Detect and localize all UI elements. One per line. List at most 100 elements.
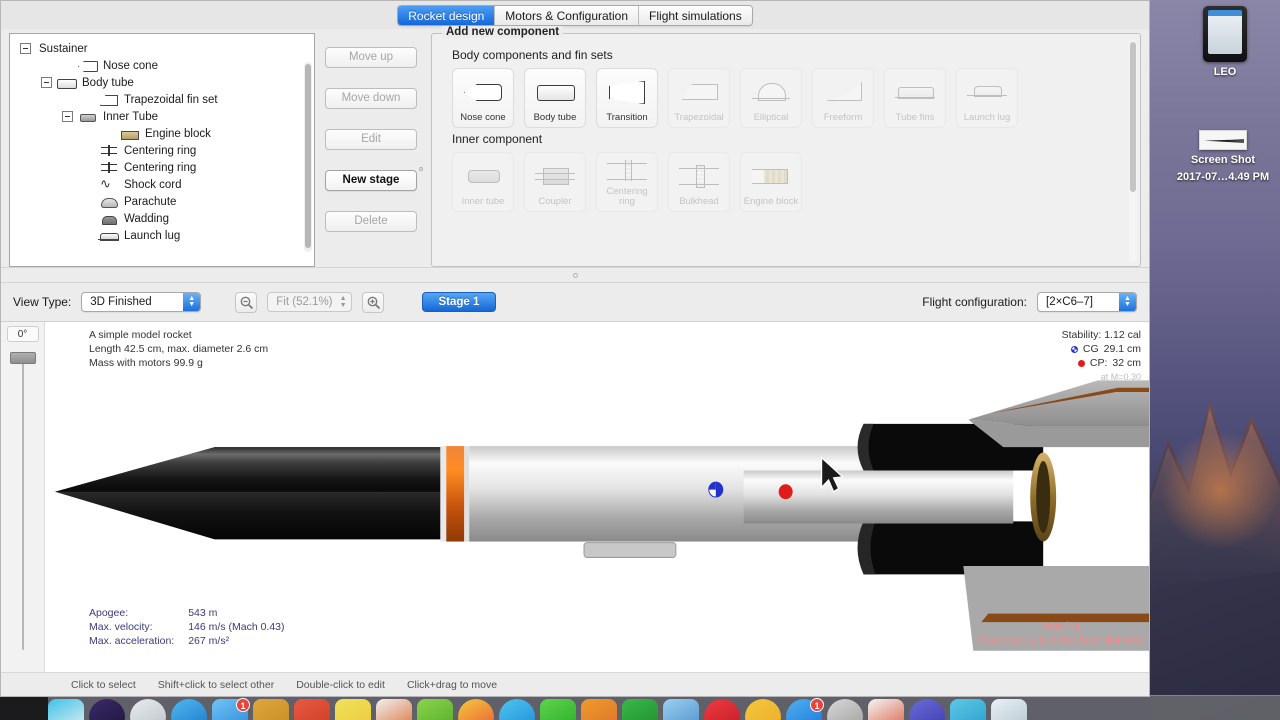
- sunset-glow: [1160, 430, 1280, 550]
- stage-1-button[interactable]: Stage 1: [421, 292, 497, 312]
- dock-icon-keynote[interactable]: [581, 699, 617, 720]
- tree-item[interactable]: Trapezoidal fin set: [14, 91, 310, 108]
- add-transition-button[interactable]: Transition: [596, 68, 658, 128]
- add-bulkhead-button: Bulkhead: [668, 152, 730, 212]
- add-panel-scrollbar[interactable]: [1129, 40, 1137, 262]
- stats-key: Max. velocity:: [89, 621, 153, 633]
- rotation-slider[interactable]: [1, 346, 44, 672]
- tree-item[interactable]: Parachute: [14, 193, 310, 210]
- dock-badge: 1: [236, 698, 250, 712]
- dock-icon-powerpoint[interactable]: [294, 699, 330, 720]
- new-stage-button[interactable]: New stage: [325, 170, 417, 191]
- tree-collapse-toggle-icon[interactable]: [62, 111, 73, 122]
- nose-icon: [77, 59, 99, 72]
- tree-item[interactable]: Nose cone: [14, 57, 310, 74]
- component-tree-panel[interactable]: Sustainer Nose cone Body tube Trapezoidal f…: [9, 33, 315, 267]
- tab-flight-simulations[interactable]: Flight simulations: [639, 6, 752, 25]
- desktop-icon-screenshot[interactable]: Screen Shot 2017-07…4.49 PM: [1168, 130, 1278, 184]
- tree-item[interactable]: Centering ring: [14, 159, 310, 176]
- tab-group[interactable]: Rocket design Motors & Configuration Fligh…: [397, 5, 753, 26]
- stats-key: Max. acceleration:: [89, 635, 175, 647]
- add-centering-ring-button: Centering ring: [596, 152, 658, 212]
- dock-icon-numbers[interactable]: [417, 699, 453, 720]
- view-type-select[interactable]: 3D Finished ▲ ▼: [81, 292, 202, 312]
- tree-item-label: Parachute: [124, 195, 177, 208]
- tree-item[interactable]: Inner Tube: [14, 108, 310, 125]
- dock-icon-preview[interactable]: [663, 699, 699, 720]
- dock-icon-safari[interactable]: [171, 699, 207, 720]
- tree-edit-buttons: Move up Move down Edit New stage Delete: [315, 33, 427, 267]
- desktop-icon-leo[interactable]: LEO: [1170, 6, 1280, 79]
- add-new-component-panel: Add new component Body components and fi…: [431, 26, 1141, 267]
- cring-icon: [98, 161, 120, 174]
- view-toolbar: View Type: 3D Finished ▲ ▼ Fit (52.1%) ▲ ▼: [1, 283, 1149, 321]
- rocket-view-canvas[interactable]: A simple model rocket Length 42.5 cm, ma…: [45, 322, 1149, 672]
- tree-scrollbar[interactable]: [304, 62, 312, 252]
- tree-item[interactable]: Shock cord: [14, 176, 310, 193]
- add-engine-block-button: Engine block: [740, 152, 802, 212]
- tree-item[interactable]: Sustainer: [14, 40, 310, 57]
- zoom-in-button[interactable]: [361, 291, 384, 313]
- dock-icon-mail[interactable]: 1: [212, 698, 250, 720]
- tree-collapse-toggle-icon[interactable]: [41, 77, 52, 88]
- flight-configuration-value: [2×C6–7]: [1046, 296, 1093, 308]
- cring-icon: [606, 156, 648, 184]
- dock-icon-appstore[interactable]: 1: [786, 698, 824, 720]
- tree-scrollbar-thumb[interactable]: [305, 64, 311, 248]
- dock-icon-opera[interactable]: [704, 699, 740, 720]
- flight-configuration-select[interactable]: [2×C6–7] ▲ ▼: [1037, 292, 1137, 312]
- glyph-wrap: [813, 69, 873, 113]
- warning-title: Warning: [1042, 621, 1080, 632]
- panel-splitter[interactable]: [1, 267, 1149, 283]
- component-button-label: Launch lug: [963, 112, 1011, 123]
- dock-icon-system-preferences[interactable]: [827, 699, 863, 720]
- zoom-in-icon: [367, 296, 380, 309]
- tab-motors-configuration[interactable]: Motors & Configuration: [495, 6, 640, 25]
- add-nose-cone-button[interactable]: Nose cone: [452, 68, 514, 128]
- wad-icon: [98, 212, 120, 225]
- dock-icon-photos[interactable]: [458, 699, 494, 720]
- dock-icon-facetime[interactable]: [499, 699, 535, 720]
- splitter-handle-dot[interactable]: [572, 272, 578, 278]
- dock-icon-safari-alt[interactable]: [130, 699, 166, 720]
- dock-icon-notes-folder[interactable]: [253, 699, 289, 720]
- dock-icon-spotify[interactable]: [909, 699, 945, 720]
- rotation-slider-track[interactable]: [21, 352, 24, 650]
- tree-item[interactable]: Engine block: [14, 125, 310, 142]
- tubefins-icon: [894, 77, 936, 105]
- body-components-label: Body components and fin sets: [452, 48, 613, 62]
- zoom-level-stepper[interactable]: Fit (52.1%) ▲ ▼: [267, 292, 352, 312]
- dock-icon-messages[interactable]: [540, 699, 576, 720]
- tree-item[interactable]: Body tube: [14, 74, 310, 91]
- dock-icon-launchpad[interactable]: [89, 699, 125, 720]
- component-tree[interactable]: Sustainer Nose cone Body tube Trapezoidal f…: [10, 34, 314, 248]
- dock-icon-finder[interactable]: [48, 699, 84, 720]
- stats-row: Max. acceleration: 267 m/s²: [89, 634, 285, 648]
- dock-icon-stickies[interactable]: [335, 699, 371, 720]
- tree-item-label: Trapezoidal fin set: [124, 93, 218, 106]
- zoom-out-icon: [240, 296, 254, 309]
- warning-message: Discontinuity in rocket body diameter: [979, 635, 1143, 646]
- add-body-tube-button[interactable]: Body tube: [524, 68, 586, 128]
- status-bar: Click to select Shift+click to select oth…: [1, 672, 1149, 696]
- glyph-wrap: [597, 153, 657, 187]
- tree-item[interactable]: Launch lug: [14, 227, 310, 244]
- dock-icon-pages[interactable]: [376, 699, 412, 720]
- add-panel-scrollbar-thumb[interactable]: [1130, 42, 1136, 192]
- zoom-out-button[interactable]: [235, 291, 258, 313]
- tree-item[interactable]: Centering ring: [14, 142, 310, 159]
- dock-icon-downloads-folder[interactable]: [950, 699, 986, 720]
- rotation-slider-handle[interactable]: [9, 352, 36, 364]
- lug-icon: [98, 229, 120, 242]
- tree-collapse-toggle-icon[interactable]: [20, 43, 31, 54]
- tree-item[interactable]: Wadding: [14, 210, 310, 227]
- dock-icon-openrocket[interactable]: [868, 699, 904, 720]
- dock[interactable]: 11: [0, 695, 1280, 720]
- panel-collapse-dot[interactable]: [419, 167, 423, 171]
- component-button-label: Centering ring: [606, 186, 648, 207]
- dock-icon-trash[interactable]: [991, 699, 1027, 720]
- stepper-arrows-icon[interactable]: ▲ ▼: [340, 295, 347, 309]
- dock-icon-reminders[interactable]: [745, 699, 781, 720]
- tab-rocket-design[interactable]: Rocket design: [398, 6, 496, 25]
- dock-icon-terminal[interactable]: [622, 699, 658, 720]
